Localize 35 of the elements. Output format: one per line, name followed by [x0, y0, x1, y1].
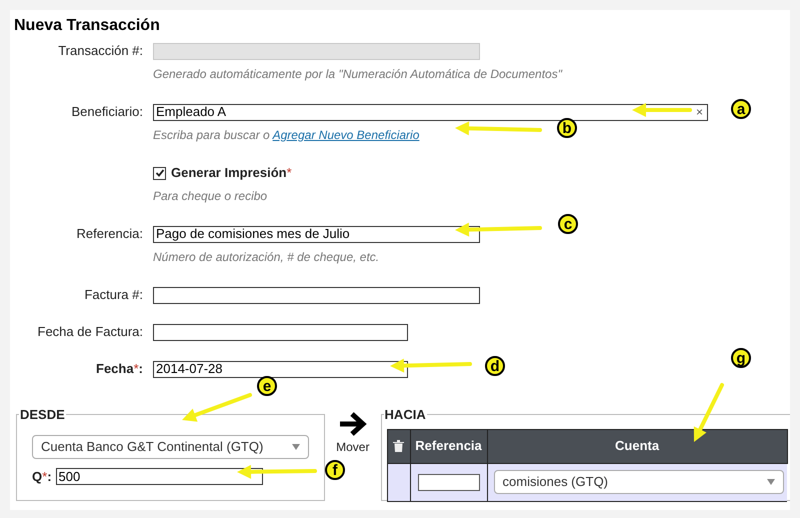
field-label: Transacción #: — [58, 42, 143, 60]
field-label: Fecha*: — [96, 360, 143, 378]
field-label: Fecha de Factura: — [38, 323, 143, 342]
right-arrow-icon — [338, 411, 368, 437]
caret-icon — [766, 479, 775, 485]
move-label: Mover — [336, 439, 370, 456]
input-field[interactable]: 2014-07-28 — [153, 360, 408, 378]
column-header: Cuenta — [487, 429, 788, 463]
field-label: Referencia: — [76, 225, 143, 244]
field-label: Beneficiario: — [71, 103, 143, 122]
field-label: Q*: — [32, 468, 52, 486]
column-header: Referencia — [410, 429, 488, 463]
input-field[interactable]: Pago de comisiones mes de Julio — [153, 226, 480, 242]
field-label: Generar Impresión* — [171, 164, 292, 182]
field-label: Factura #: — [84, 286, 143, 304]
input-field[interactable] — [418, 474, 480, 490]
input-field[interactable] — [153, 324, 408, 340]
callout-arrow — [182, 393, 252, 422]
callout-arrow — [694, 383, 724, 442]
account-dropdown[interactable]: comisiones (GTQ) — [494, 470, 784, 494]
help-text: Generado automáticamente por la "Numeración Automática de Documentos" — [153, 66, 564, 83]
account-dropdown[interactable]: Cuenta Banco G&T Continental (GTQ) — [32, 434, 309, 458]
callout-arrow — [632, 103, 692, 117]
input-field[interactable] — [153, 286, 480, 304]
checkbox[interactable] — [153, 166, 166, 180]
caret-icon — [292, 444, 300, 450]
add-payee-link[interactable]: Agregar Nuevo Beneficiario — [272, 128, 420, 142]
help-text: Escriba para buscar o — [153, 128, 271, 142]
section-legend: DESDE — [19, 405, 66, 424]
input-field[interactable]: Empleado A × — [153, 104, 708, 120]
page-title: Nueva Transacción — [14, 16, 161, 36]
help-text: Para cheque o recibo — [153, 188, 268, 205]
amount-field[interactable]: 500 — [56, 468, 263, 485]
section-legend: HACIA — [384, 405, 427, 424]
help-text: Número de autorización, # de cheque, etc. — [153, 249, 380, 266]
